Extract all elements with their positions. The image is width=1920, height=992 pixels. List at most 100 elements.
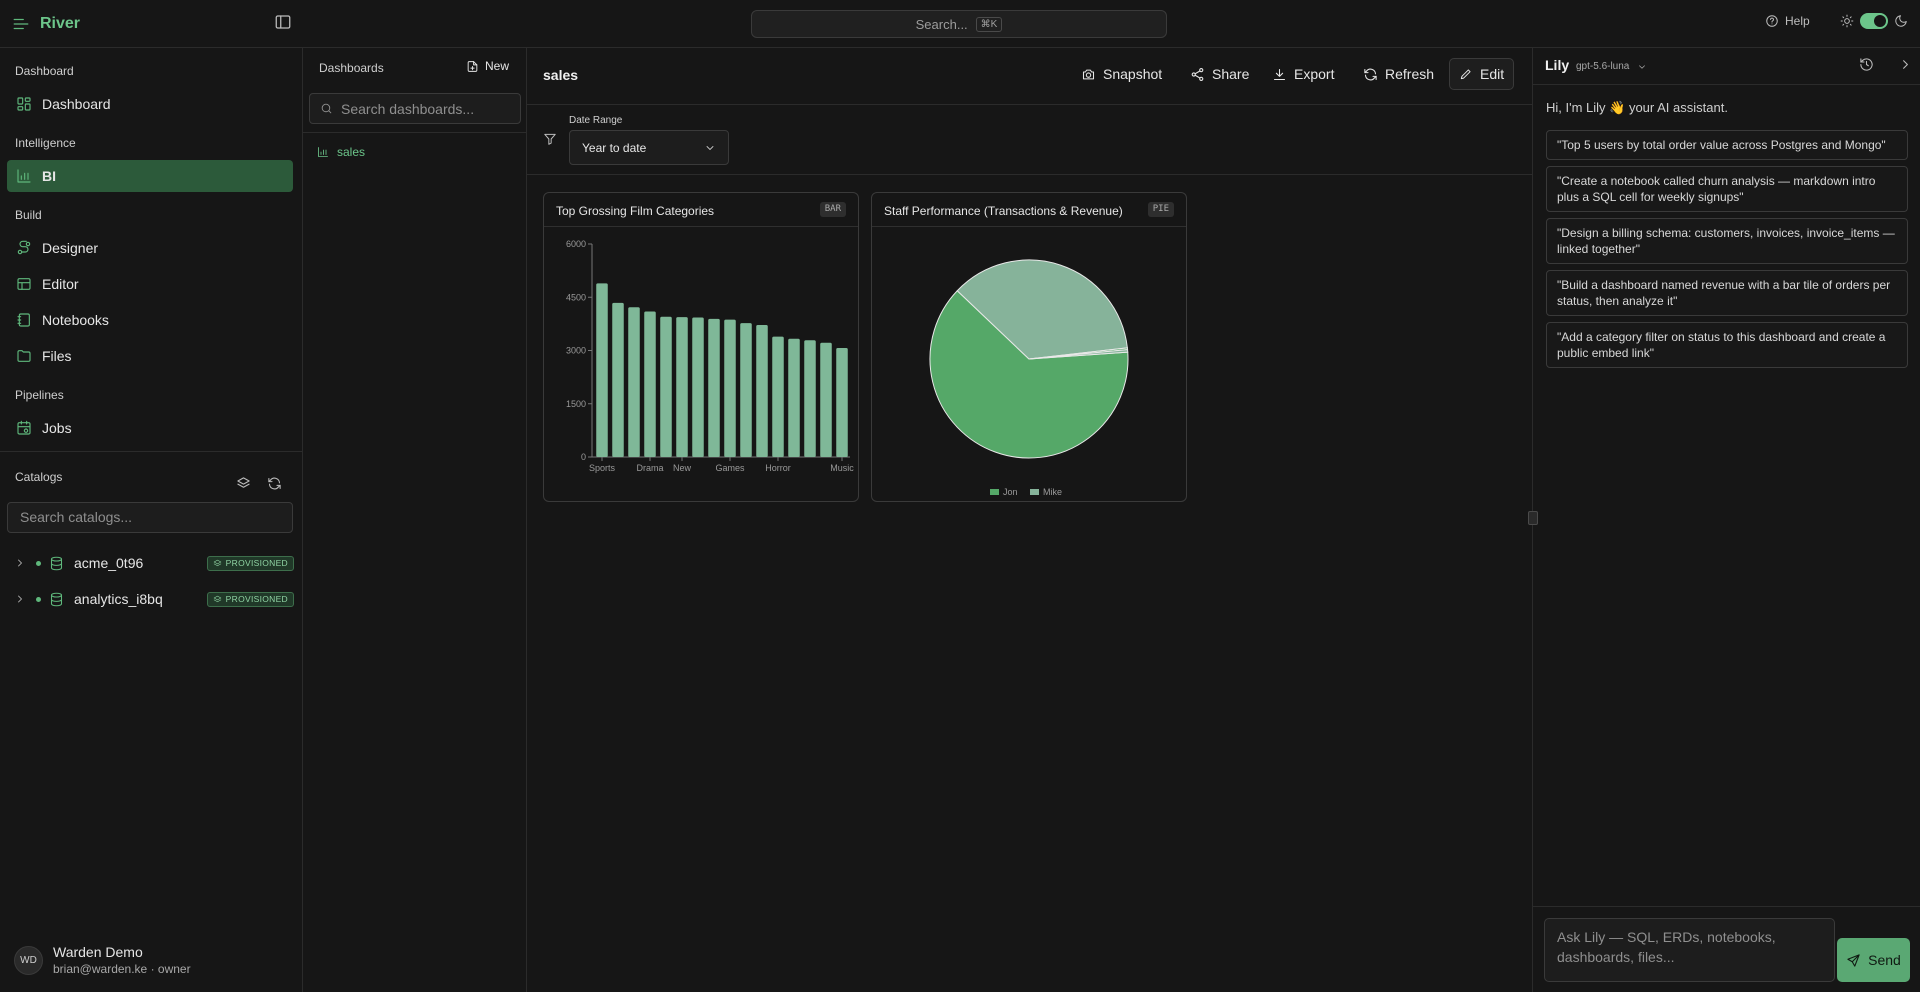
section-label-intelligence: Intelligence: [15, 136, 76, 150]
share-button[interactable]: Share: [1181, 58, 1258, 90]
snapshot-label: Snapshot: [1103, 66, 1163, 82]
sidebar: Dashboard Dashboard Intelligence BI Buil…: [0, 48, 303, 992]
sidebar-item-designer[interactable]: Designer: [7, 232, 293, 264]
sidebar-toggle-icon[interactable]: [274, 13, 294, 33]
layers-icon[interactable]: [236, 476, 251, 491]
sidebar-item-bi[interactable]: BI: [7, 160, 293, 192]
sidebar-item-dashboard[interactable]: Dashboard: [7, 88, 293, 120]
bar: [628, 307, 640, 457]
dashboards-title: Dashboards: [319, 61, 384, 75]
catalog-item-analytics[interactable]: analytics_i8bq PROVISIONED: [14, 587, 294, 611]
dashboard-item-label: sales: [337, 145, 366, 159]
theme-toggle[interactable]: [1840, 13, 1908, 29]
assistant-name: Lily: [1545, 57, 1570, 73]
suggestion-item[interactable]: "Build a dashboard named revenue with a …: [1546, 270, 1908, 316]
tile-header: Top Grossing Film Categories BAR: [544, 193, 858, 227]
user-profile[interactable]: WD Warden Demo brian@warden.ke · owner: [14, 944, 191, 976]
model-name: gpt-5.6-luna: [1576, 61, 1630, 72]
grid-icon: [17, 97, 31, 111]
y-tick-label: 3000: [566, 346, 586, 356]
model-selector[interactable]: gpt-5.6-luna: [1576, 61, 1647, 72]
filter-icon[interactable]: [543, 132, 557, 146]
export-button[interactable]: Export: [1263, 58, 1343, 90]
refresh-icon[interactable]: [267, 476, 282, 491]
section-label-pipelines: Pipelines: [15, 388, 64, 402]
dashboard-toolbar: Snapshot Share Export Refresh Edit: [527, 58, 1517, 90]
bar: [596, 283, 608, 457]
sidebar-item-notebooks[interactable]: Notebooks: [7, 304, 293, 336]
global-search[interactable]: Search... ⌘K: [751, 10, 1167, 38]
chevron-right-icon[interactable]: [14, 593, 26, 605]
chat-input[interactable]: Ask Lily — SQL, ERDs, notebooks, dashboa…: [1544, 918, 1835, 982]
catalog-name: analytics_i8bq: [74, 591, 163, 607]
top-bar: River Search... ⌘K Help: [0, 0, 1920, 48]
x-tick-label: Sports: [589, 463, 616, 473]
bar: [788, 338, 800, 457]
y-tick-label: 0: [581, 452, 586, 462]
send-button[interactable]: Send: [1837, 938, 1910, 982]
chevron-right-icon[interactable]: [14, 557, 26, 569]
sidebar-item-label: Dashboard: [42, 96, 111, 112]
status-dot: [36, 596, 41, 602]
bar: [660, 316, 672, 457]
theme-switch[interactable]: [1860, 13, 1888, 29]
brand[interactable]: River: [12, 12, 80, 36]
sidebar-item-label: Editor: [42, 276, 79, 292]
pencil-icon: [1460, 69, 1471, 80]
chevron-down-icon: [706, 145, 714, 150]
user-name: Warden Demo: [53, 944, 143, 960]
chevron-right-icon[interactable]: [1898, 57, 1913, 72]
sidebar-item-editor[interactable]: Editor: [7, 268, 293, 300]
snapshot-button[interactable]: Snapshot: [1072, 58, 1171, 90]
status-badge: PROVISIONED: [206, 591, 294, 607]
edit-button[interactable]: Edit: [1449, 58, 1515, 90]
app-name: River: [40, 15, 81, 32]
catalog-actions: [236, 476, 282, 491]
help-circle-icon: [1766, 15, 1778, 27]
legend-swatch: [1030, 489, 1039, 495]
resize-handle[interactable]: [1528, 511, 1538, 525]
toolbar-divider: [527, 104, 1532, 105]
filter-label: Date Range: [569, 115, 623, 126]
tile-staff-performance[interactable]: Staff Performance (Transactions & Revenu…: [871, 192, 1187, 502]
suggestion-item[interactable]: "Add a category filter on status to this…: [1546, 322, 1908, 368]
sidebar-item-label: Files: [42, 348, 72, 364]
menu-icon[interactable]: [12, 15, 30, 33]
sidebar-item-label: BI: [42, 168, 56, 184]
search-icon: [321, 103, 332, 114]
badge-label: PROVISIONED: [225, 558, 288, 568]
dashboard-search-input[interactable]: Search dashboards...: [309, 93, 521, 124]
bar-chart: 0 1500 3000 4500 6000 Sports Drama New Games Horr…: [566, 239, 854, 473]
tile-title: Top Grossing Film Categories: [556, 204, 715, 218]
refresh-button[interactable]: Refresh: [1354, 58, 1443, 90]
new-label: New: [485, 59, 510, 73]
bar: [612, 302, 624, 457]
tile-type-tag: BAR: [819, 202, 846, 217]
history-icon[interactable]: [1859, 57, 1874, 72]
new-dashboard-button[interactable]: New: [466, 59, 509, 73]
suggestion-item[interactable]: "Top 5 users by total order value across…: [1546, 130, 1908, 160]
help-button[interactable]: Help: [1765, 14, 1810, 28]
y-tick-label: 4500: [566, 292, 586, 302]
legend-swatch: [990, 489, 999, 495]
help-label: Help: [1785, 14, 1810, 28]
catalog-item-acme[interactable]: acme_0t96 PROVISIONED: [14, 551, 294, 575]
sidebar-item-jobs[interactable]: Jobs: [7, 412, 293, 444]
notebook-icon: [17, 313, 30, 327]
tile-top-grossing[interactable]: Top Grossing Film Categories BAR 0 1500 30…: [543, 192, 859, 502]
search-shortcut: ⌘K: [975, 16, 1003, 32]
edit-label: Edit: [1480, 66, 1505, 82]
file-plus-icon: [467, 60, 478, 72]
suggestion-item[interactable]: "Create a notebook called churn analysis…: [1546, 166, 1908, 212]
dashboard-search-placeholder: Search dashboards...: [341, 100, 475, 117]
date-range-value: Year to date: [582, 140, 647, 155]
dashboard-list-item-sales[interactable]: sales: [317, 145, 365, 159]
tile-type-tag: PIE: [1147, 202, 1174, 217]
catalog-search-input[interactable]: Search catalogs...: [7, 502, 293, 533]
assistant-panel: Lily gpt-5.6-luna Hi, I'm Lily 👋 your AI…: [1528, 48, 1920, 992]
date-range-select[interactable]: Year to date: [569, 130, 729, 165]
sidebar-item-files[interactable]: Files: [7, 340, 293, 372]
layers-icon: [213, 559, 221, 566]
camera-icon: [1082, 69, 1095, 79]
suggestion-item[interactable]: "Design a billing schema: customers, inv…: [1546, 218, 1908, 264]
